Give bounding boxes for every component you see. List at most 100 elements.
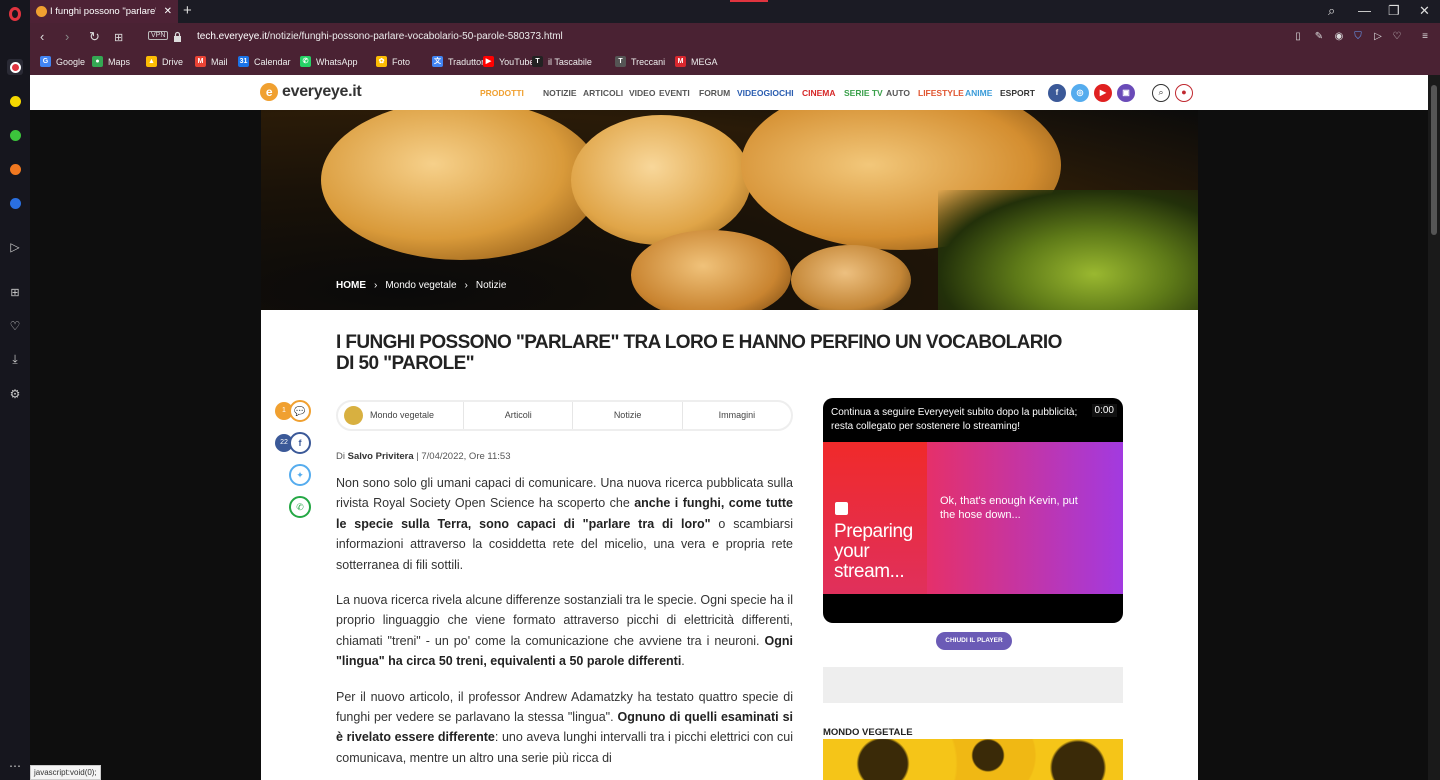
instagram-icon[interactable]: ◎ [1071, 84, 1089, 102]
tab-notizie[interactable]: Notizie [572, 402, 681, 429]
download-icon[interactable]: ⤓ [7, 351, 23, 367]
bookmark-mega[interactable]: M MEGA [675, 56, 718, 67]
minimize-button[interactable]: — [1358, 3, 1371, 18]
url-field[interactable]: tech.everyeye.it/notizie/funghi-possono-… [197, 31, 563, 42]
sunflowers-image[interactable] [823, 739, 1123, 780]
opera-logo-icon[interactable] [7, 6, 23, 22]
breadcrumb-home[interactable]: HOME [336, 280, 366, 291]
tab-articoli[interactable]: Articoli [463, 402, 572, 429]
bookmark-heart-icon[interactable]: ♡ [1391, 31, 1403, 43]
bookmark-maps[interactable]: ● Maps [92, 56, 130, 67]
breadcrumb-separator: › [374, 280, 378, 291]
bookmark-treccani[interactable]: T Treccani [615, 56, 665, 67]
tab-grid-icon[interactable]: ⊞ [114, 31, 123, 44]
bookmark-foto[interactable]: ✿ Foto [376, 56, 410, 67]
article-body: Non sono solo gli umani capaci di comuni… [336, 473, 793, 780]
restore-button[interactable]: ❐ [1388, 3, 1400, 19]
author-link[interactable]: Salvo Privitera [348, 451, 414, 462]
reload-button[interactable]: ↻ [89, 29, 100, 45]
nav-eventi[interactable]: EVENTI [659, 88, 690, 98]
preparing-stream-text: Preparing your stream... [834, 521, 913, 582]
address-bar: ‹ › ↻ ⊞ VPN tech.everyeye.it/notizie/fun… [30, 23, 1440, 51]
video-player[interactable]: Continua a seguire Everyeyeit subito dop… [823, 398, 1123, 623]
bookmark-google[interactable]: G Google [40, 56, 85, 67]
sidebar-app-orange-icon[interactable] [7, 161, 23, 177]
logo-icon: e [260, 83, 278, 101]
bookmark-calendar[interactable]: 31 Calendar [238, 56, 291, 67]
settings-icon[interactable]: ⚙ [7, 386, 23, 402]
moss [938, 190, 1198, 310]
nav-serie-tv[interactable]: SERIE TV [844, 88, 883, 98]
breadcrumb: HOME › Mondo vegetale › Notizie [336, 280, 506, 291]
nav-forum[interactable]: FORUM [699, 88, 730, 98]
youtube-icon[interactable]: ▶ [1094, 84, 1112, 102]
grid-icon[interactable]: ⊞ [7, 284, 23, 300]
nav-auto[interactable]: AUTO [886, 88, 910, 98]
sidebar-app-green-icon[interactable] [7, 127, 23, 143]
comment-icon[interactable]: 💬 [289, 400, 311, 422]
bookmark-youtube[interactable]: ▶ YouTube [483, 56, 534, 67]
vpn-badge[interactable]: VPN [148, 31, 169, 40]
paragraph: La nuova ricerca rivela alcune differenz… [336, 593, 793, 669]
edit-icon[interactable]: ✎ [1313, 31, 1325, 43]
sidebar-app-yellow-icon[interactable] [7, 93, 23, 109]
send-to-icon[interactable]: ▷ [1372, 31, 1384, 43]
bookmark-traduttore[interactable]: 文 Traduttore [432, 56, 489, 67]
close-window-button[interactable]: ✕ [1419, 3, 1430, 19]
paragraph: Per il nuovo articolo, il professor Andr… [336, 689, 794, 765]
bookmark-mail[interactable]: M Mail [195, 56, 228, 67]
twitter-share-icon[interactable]: ✦ [289, 464, 311, 486]
stream-caption: Ok, that's enough Kevin, put the hose do… [940, 495, 1078, 521]
bookmark-icon: 文 [432, 56, 443, 67]
nav-anime[interactable]: ANIME [965, 88, 992, 98]
scrollbar[interactable] [1428, 75, 1440, 780]
tab-mondo-vegetale[interactable]: Mondo vegetale [338, 402, 463, 429]
facebook-icon[interactable]: f [1048, 84, 1066, 102]
nav-articoli[interactable]: ARTICOLI [583, 88, 623, 98]
facebook-share-icon[interactable]: f [289, 432, 311, 454]
scrollbar-thumb[interactable] [1431, 85, 1437, 235]
sidebar-app-blue-icon[interactable] [7, 195, 23, 211]
search-icon[interactable]: ⌕ [1152, 84, 1170, 102]
bookmark-il-tascabile[interactable]: Til Tascabile [532, 56, 592, 67]
close-player-button[interactable]: CHIUDI IL PLAYER [936, 632, 1012, 650]
mushroom-cap [571, 115, 751, 245]
bookmark-whatsapp[interactable]: ✆ WhatsApp [300, 56, 358, 67]
nav-esport[interactable]: ESPORT [1000, 88, 1035, 98]
tab-immagini[interactable]: Immagini [681, 402, 791, 429]
shield-icon[interactable]: ⛉ [1352, 31, 1364, 43]
send-icon[interactable]: ▷ [7, 239, 23, 255]
tab-active[interactable]: I funghi possono "parlare" ✕ [30, 0, 178, 23]
forward-button[interactable]: › [65, 29, 69, 44]
article-title: I FUNGHI POSSONO "PARLARE" TRA LORO E HA… [336, 332, 1062, 374]
breadcrumb-section[interactable]: Mondo vegetale [385, 280, 456, 291]
nav-lifestyle[interactable]: LIFESTYLE [918, 88, 964, 98]
more-icon[interactable]: ⋯ [7, 758, 23, 774]
site-logo[interactable]: e everyeye.it [260, 83, 362, 101]
heart-icon[interactable]: ♡ [7, 318, 23, 334]
reader-icon[interactable]: ▯ [1292, 31, 1304, 43]
bookmark-drive[interactable]: ▲ Drive [146, 56, 183, 67]
bookmark-icon: T [532, 56, 543, 67]
category-tabs: Mondo vegetale Articoli Notizie Immagini [336, 400, 793, 431]
breadcrumb-sub[interactable]: Notizie [476, 280, 507, 291]
menu-icon[interactable]: ≡ [1419, 31, 1431, 43]
sidebar-app-red-icon[interactable] [7, 59, 23, 75]
nav-prodotti[interactable]: PRODOTTI [480, 88, 524, 98]
mushroom-cap [791, 245, 911, 310]
favicon-icon [36, 6, 47, 17]
user-icon[interactable]: ● [1175, 84, 1193, 102]
tab-close-icon[interactable]: ✕ [164, 6, 172, 17]
whatsapp-share-icon[interactable]: ✆ [289, 496, 311, 518]
nav-notizie[interactable]: NOTIZIE [543, 88, 577, 98]
article: I FUNGHI POSSONO "PARLARE" TRA LORO E HA… [261, 310, 1198, 780]
bookmark-icon: M [195, 56, 206, 67]
back-button[interactable]: ‹ [40, 29, 44, 44]
search-tabs-icon[interactable]: ⌕ [1328, 3, 1335, 19]
twitch-icon[interactable]: ▣ [1117, 84, 1135, 102]
nav-cinema[interactable]: CINEMA [802, 88, 836, 98]
new-tab-button[interactable]: + [183, 2, 192, 19]
nav-videogiochi[interactable]: VIDEOGIOCHI [737, 88, 794, 98]
nav-video[interactable]: VIDEO [629, 88, 655, 98]
camera-icon[interactable]: ◉ [1333, 31, 1345, 43]
